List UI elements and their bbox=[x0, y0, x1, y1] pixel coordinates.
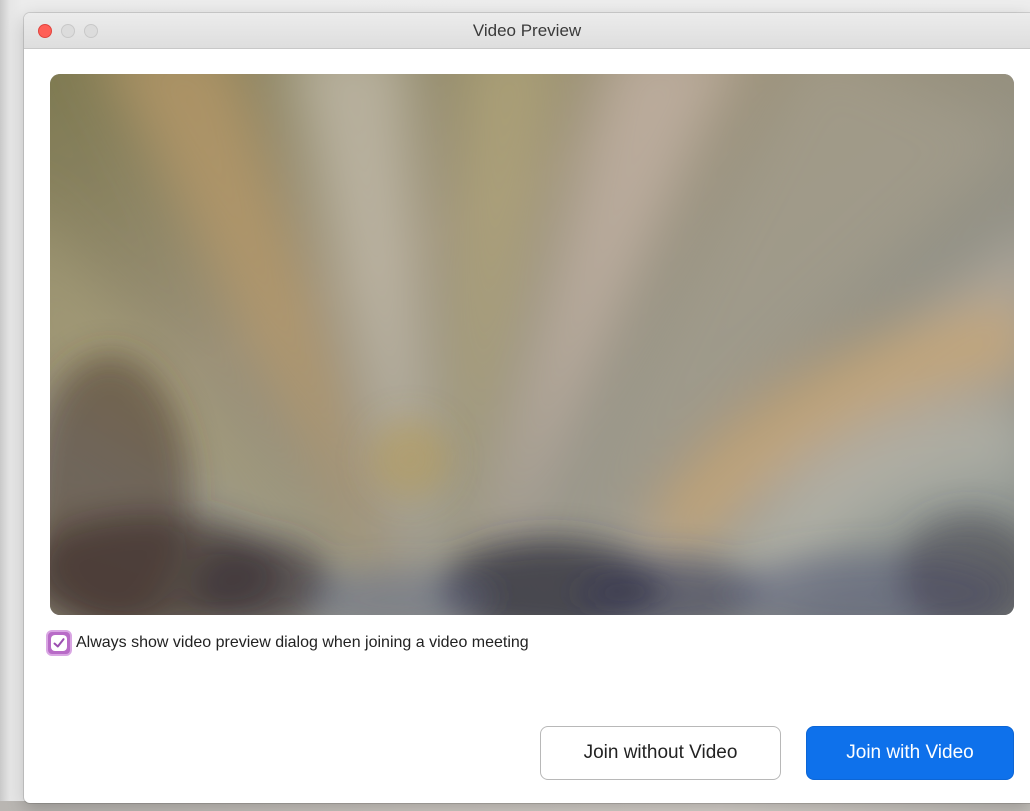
always-show-preview-checkbox[interactable] bbox=[46, 630, 72, 656]
always-show-preview-option: Always show video preview dialog when jo… bbox=[46, 629, 529, 657]
checkbox-check-container bbox=[51, 635, 67, 651]
camera-preview bbox=[50, 74, 1014, 615]
window-title: Video Preview bbox=[472, 21, 582, 40]
checkmark-icon bbox=[53, 638, 65, 648]
join-without-video-button[interactable]: Join without Video bbox=[540, 726, 781, 780]
camera-feed-image bbox=[50, 74, 1014, 615]
video-preview-window: Video Preview Always show video preview … bbox=[24, 13, 1030, 803]
always-show-preview-label: Always show video preview dialog when jo… bbox=[76, 634, 529, 651]
title-bar[interactable]: Video Preview bbox=[24, 13, 1030, 49]
join-with-video-button[interactable]: Join with Video bbox=[806, 726, 1014, 780]
